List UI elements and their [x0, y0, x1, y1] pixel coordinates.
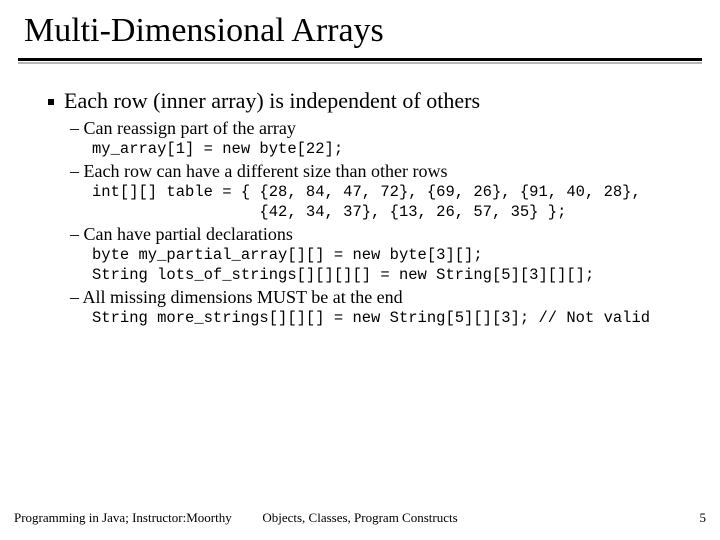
sub-text: All missing dimensions MUST be at the en…: [83, 287, 403, 307]
code-block: int[][] table = { {28, 84, 47, 72}, {69,…: [48, 183, 696, 222]
slide-title: Multi-Dimensional Arrays: [18, 12, 702, 50]
code-block: my_array[1] = new byte[22];: [48, 140, 696, 159]
bullet-text: Each row (inner array) is independent of…: [64, 88, 480, 114]
divider-light: [18, 62, 702, 64]
sub-item: – Can have partial declarations: [48, 224, 696, 245]
dash-icon: –: [70, 287, 83, 307]
bullet-icon: [48, 99, 54, 105]
footer-page-number: 5: [700, 510, 707, 526]
slide: Multi-Dimensional Arrays Each row (inner…: [0, 0, 720, 540]
dash-icon: –: [70, 118, 84, 138]
content-area: Each row (inner array) is independent of…: [18, 88, 702, 328]
code-block: byte my_partial_array[][] = new byte[3][…: [48, 246, 696, 285]
sub-text: Each row can have a different size than …: [84, 161, 448, 181]
bullet-item: Each row (inner array) is independent of…: [48, 88, 696, 114]
divider-dark: [18, 58, 702, 61]
sub-item: – Each row can have a different size tha…: [48, 161, 696, 182]
dash-icon: –: [70, 161, 84, 181]
code-block: String more_strings[][][] = new String[5…: [48, 309, 696, 328]
sub-item: – Can reassign part of the array: [48, 118, 696, 139]
footer-center: Objects, Classes, Program Constructs: [262, 510, 457, 526]
sub-text: Can have partial declarations: [84, 224, 293, 244]
sub-text: Can reassign part of the array: [84, 118, 296, 138]
footer: Programming in Java; Instructor:Moorthy …: [0, 510, 720, 526]
dash-icon: –: [70, 224, 84, 244]
sub-item: – All missing dimensions MUST be at the …: [48, 287, 696, 308]
footer-left: Programming in Java; Instructor:Moorthy: [14, 510, 232, 526]
